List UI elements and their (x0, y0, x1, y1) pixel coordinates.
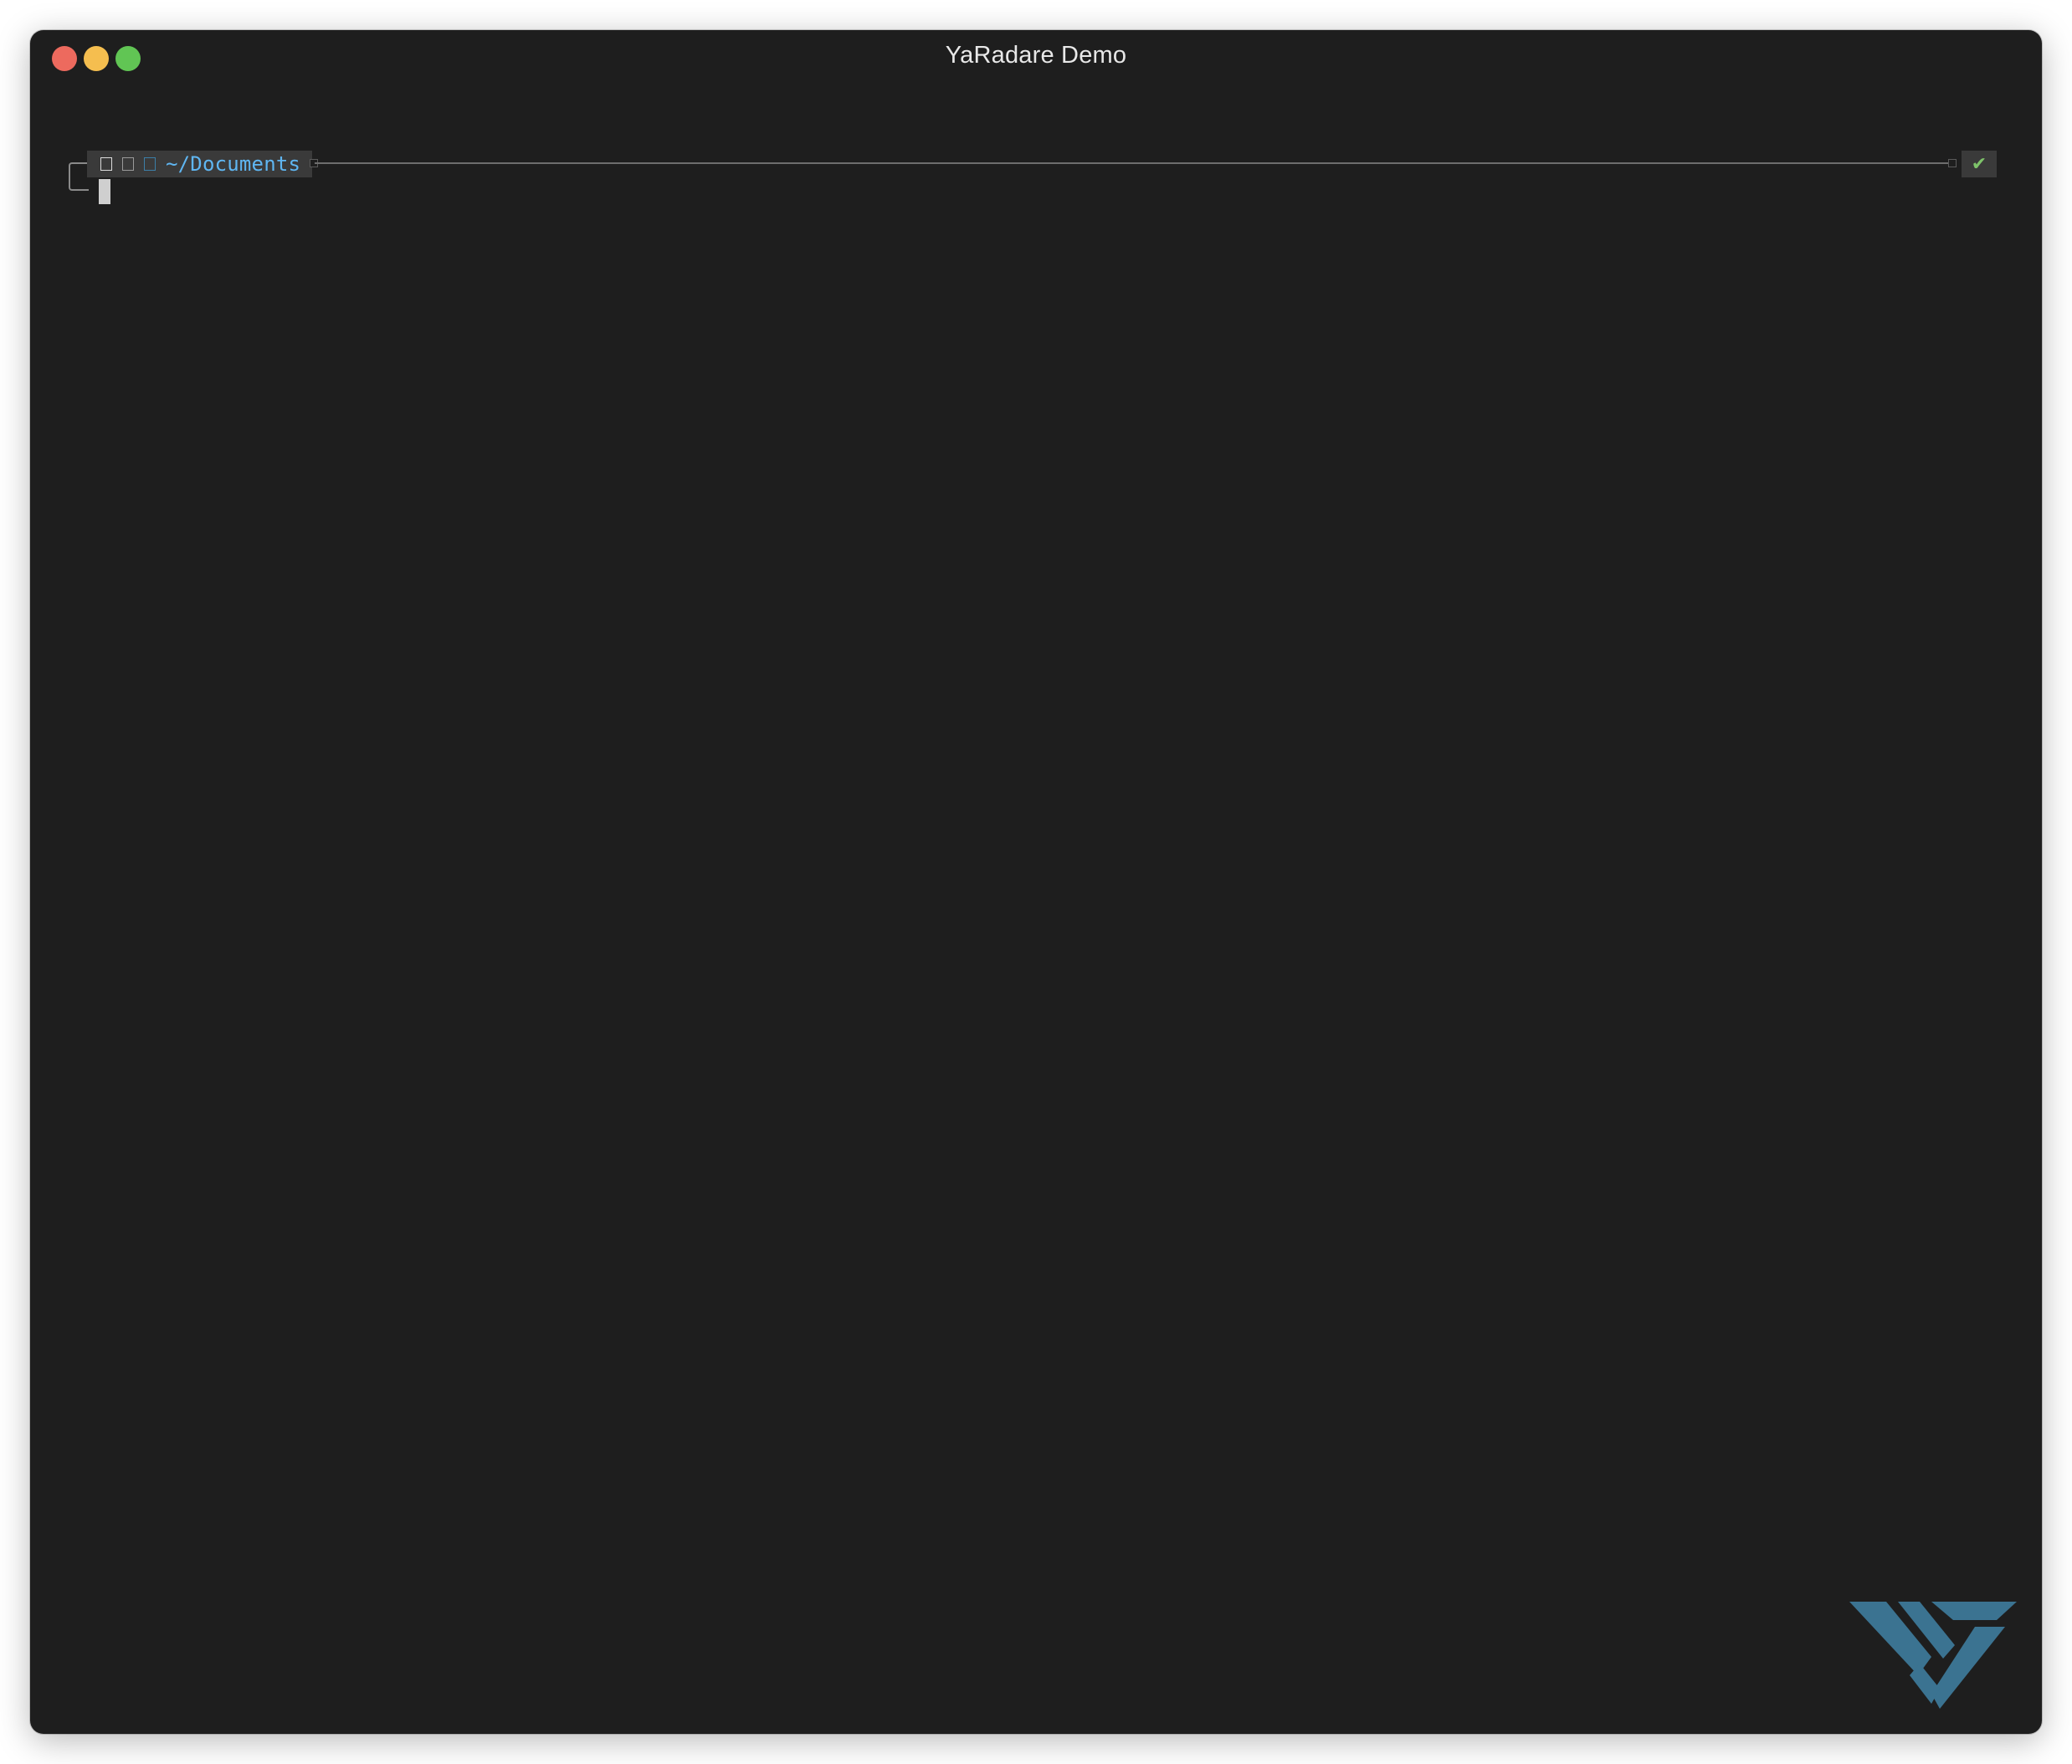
folder-icon (144, 157, 156, 171)
prompt-separator-line (315, 162, 1951, 164)
os-icon (100, 157, 112, 171)
prompt-path-segment: ~/Documents (87, 151, 313, 177)
check-icon: ✔ (1962, 151, 1997, 177)
triangle-logo-icon (1849, 1602, 2017, 1709)
shell-prompt: ~/Documents ✔ (30, 114, 2042, 223)
current-directory: ~/Documents (166, 152, 301, 176)
lock-icon (122, 157, 134, 171)
title-bar[interactable]: YaRadare Demo (30, 30, 2042, 87)
window-title: YaRadare Demo (945, 42, 1127, 69)
prompt-connector (69, 162, 89, 191)
terminal-window: YaRadare Demo ~/Documents ✔ (30, 30, 2042, 1734)
text-cursor[interactable] (99, 179, 110, 204)
rule-right-cap (1948, 159, 1957, 167)
